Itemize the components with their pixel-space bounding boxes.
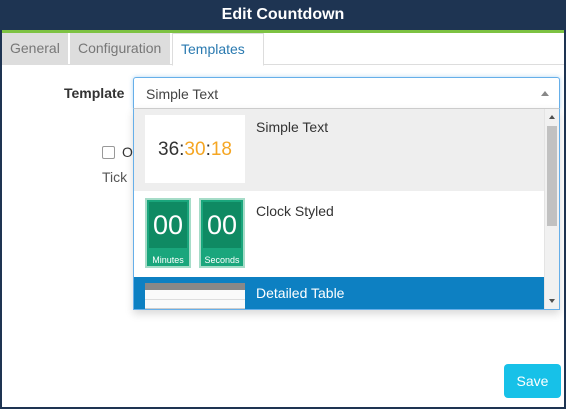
scroll-up-arrow-icon[interactable] [549, 115, 555, 119]
preview-row [145, 308, 245, 309]
seconds-caption: Seconds [204, 255, 240, 265]
edit-countdown-dialog: Edit Countdown General Configuration Tem… [0, 0, 566, 409]
minutes-digit-box: 00 Minutes [145, 198, 191, 268]
simple-text-preview-time: 36:30:18 [158, 139, 232, 160]
template-select[interactable]: Simple Text [133, 77, 560, 109]
tab-general[interactable]: General [2, 33, 68, 65]
chevron-up-icon [541, 91, 549, 96]
seconds-digit-box: 00 Seconds [199, 198, 245, 268]
tab-bar: General Configuration Templates [2, 33, 564, 84]
template-label: Template [64, 85, 125, 101]
tab-templates[interactable]: Templates [172, 33, 264, 84]
template-select-value: Simple Text [146, 86, 219, 102]
tab-templates-label: Templates [181, 41, 245, 57]
option-label: Detailed Table [256, 285, 345, 301]
option-detailed-table[interactable]: Detailed Table [134, 277, 545, 309]
tick-label-partial: Tick [102, 169, 128, 185]
save-button[interactable]: Save [504, 364, 561, 398]
clock-styled-preview: 00 Minutes 00 Seconds [145, 198, 245, 268]
checkbox-label-partial: O [122, 144, 133, 160]
preview-row [145, 299, 245, 300]
scroll-down-arrow-icon[interactable] [549, 299, 555, 303]
dropdown-scrollbar[interactable] [544, 109, 559, 309]
seconds-digits: 00 [203, 202, 241, 248]
scrollbar-thumb[interactable] [547, 126, 557, 226]
minutes-digits: 00 [149, 202, 187, 248]
simple-text-preview: 36:30:18 [145, 115, 245, 183]
dialog-title: Edit Countdown [2, 0, 564, 30]
option-simple-text[interactable]: 36:30:18 Simple Text [134, 109, 545, 191]
tab-configuration[interactable]: Configuration [70, 33, 170, 65]
preview-header-bar [145, 283, 245, 290]
option-clock-styled[interactable]: 00 Minutes 00 Seconds Clock Styled [134, 193, 545, 275]
template-dropdown: 36:30:18 Simple Text 00 Minutes 00 Secon… [133, 108, 560, 310]
option-checkbox[interactable] [102, 146, 115, 159]
option-label: Simple Text [256, 119, 329, 135]
option-label: Clock Styled [256, 203, 334, 219]
detailed-table-preview [145, 283, 245, 309]
minutes-caption: Minutes [152, 255, 184, 265]
